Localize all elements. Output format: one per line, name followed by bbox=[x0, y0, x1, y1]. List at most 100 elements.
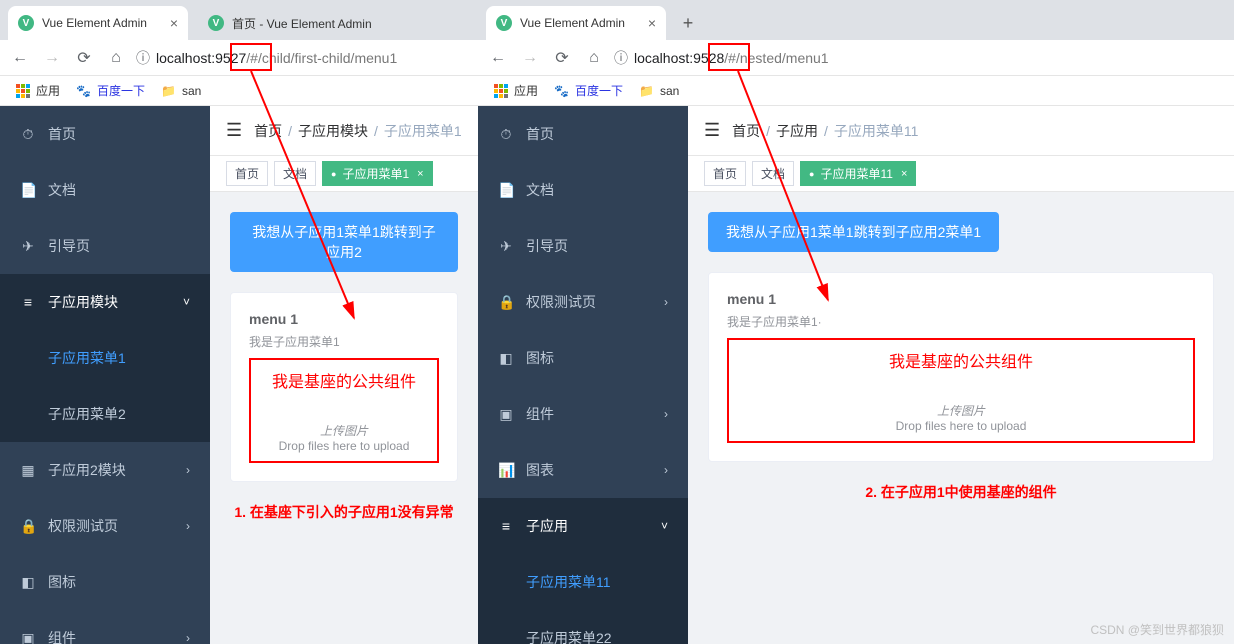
header-row: ☰ 首页/子应用/子应用菜单11 bbox=[688, 106, 1234, 156]
sidebar-item-guide[interactable]: ✈引导页 bbox=[478, 218, 688, 274]
sidebar-item-perm[interactable]: 🔒权限测试页› bbox=[0, 498, 210, 554]
sidebar-item-icon[interactable]: ◧图标 bbox=[0, 554, 210, 610]
browser-window-right: V Vue Element Admin × + ← → ⟳ ⌂ ⓘ localh… bbox=[478, 0, 1234, 644]
back-icon[interactable]: ← bbox=[8, 46, 32, 70]
hamburger-icon[interactable]: ☰ bbox=[704, 120, 720, 141]
home-icon[interactable]: ⌂ bbox=[104, 46, 128, 70]
close-icon[interactable]: × bbox=[901, 168, 907, 180]
bookmark-baidu[interactable]: 🐾百度一下 bbox=[76, 82, 145, 99]
upload-label: 上传图片 bbox=[737, 402, 1185, 419]
bookmark-san[interactable]: 📁san bbox=[161, 84, 201, 98]
apps-shortcut[interactable]: 应用 bbox=[16, 82, 60, 99]
chevron-right-icon: › bbox=[664, 407, 668, 421]
card-subtitle: 我是子应用菜单1 bbox=[249, 333, 439, 350]
app-right: ⏱首页 📄文档 ✈引导页 🔒权限测试页› ◧图标 ▣组件› 📊图表› ≡子应用˅… bbox=[478, 106, 1234, 644]
crumb-home[interactable]: 首页 bbox=[254, 123, 282, 139]
sidebar: ⏱首页 📄文档 ✈引导页 🔒权限测试页› ◧图标 ▣组件› 📊图表› ≡子应用˅… bbox=[478, 106, 688, 644]
icon-icon: ◧ bbox=[20, 574, 36, 591]
browser-tabs: V Vue Element Admin × V 首页 - Vue Element… bbox=[0, 0, 478, 40]
url-field[interactable]: ⓘ localhost:9527/#/child/first-child/men… bbox=[136, 48, 397, 68]
apps-shortcut[interactable]: 应用 bbox=[494, 82, 538, 99]
chevron-right-icon: › bbox=[186, 463, 190, 477]
crumb-current: 子应用菜单1 bbox=[384, 123, 462, 139]
content-area: 我想从子应用1菜单1跳转到子应用2菜单1 menu 1 我是子应用菜单1· 我是… bbox=[688, 192, 1234, 644]
close-icon[interactable]: × bbox=[162, 15, 178, 31]
url-host: localhost:9527 bbox=[156, 50, 246, 66]
bookmark-san[interactable]: 📁san bbox=[639, 84, 679, 98]
upload-area[interactable]: 上传图片 Drop files here to upload bbox=[737, 402, 1185, 433]
sidebar-item-menu22[interactable]: 子应用菜单22 bbox=[478, 610, 688, 644]
sidebar-item-perm[interactable]: 🔒权限测试页› bbox=[478, 274, 688, 330]
sidebar-item-chart[interactable]: 📊图表› bbox=[478, 442, 688, 498]
card: menu 1 我是子应用菜单1 我是基座的公共组件 上传图片 Drop file… bbox=[230, 292, 458, 482]
home-icon[interactable]: ⌂ bbox=[582, 46, 606, 70]
icon-icon: ◧ bbox=[498, 350, 514, 367]
sidebar-item-docs[interactable]: 📄文档 bbox=[0, 162, 210, 218]
sidebar-item-menu1[interactable]: 子应用菜单1 bbox=[0, 330, 210, 386]
browser-window-left: V Vue Element Admin × V 首页 - Vue Element… bbox=[0, 0, 478, 644]
browser-tab-active[interactable]: V Vue Element Admin × bbox=[486, 6, 666, 40]
close-icon[interactable]: × bbox=[417, 168, 423, 180]
sidebar-item-module2[interactable]: ▦子应用2模块› bbox=[0, 442, 210, 498]
browser-tab-active[interactable]: V Vue Element Admin × bbox=[8, 6, 188, 40]
jump-button[interactable]: 我想从子应用1菜单1跳转到子应用2菜单1 bbox=[708, 212, 999, 252]
sidebar-item-icon[interactable]: ◧图标 bbox=[478, 330, 688, 386]
send-icon: ✈ bbox=[20, 238, 36, 255]
view-tabs: 首页 文档 子应用菜单11× bbox=[688, 156, 1234, 192]
breadcrumb: 首页/子应用模块/子应用菜单1 bbox=[254, 121, 462, 141]
view-tab-home[interactable]: 首页 bbox=[704, 161, 746, 186]
header-row: ☰ 首页/子应用模块/子应用菜单1 bbox=[210, 106, 478, 156]
bookmark-baidu[interactable]: 🐾百度一下 bbox=[554, 82, 623, 99]
sidebar-item-home[interactable]: ⏱首页 bbox=[478, 106, 688, 162]
reload-icon[interactable]: ⟳ bbox=[72, 46, 96, 70]
forward-icon[interactable]: → bbox=[40, 46, 64, 70]
view-tab-home[interactable]: 首页 bbox=[226, 161, 268, 186]
url-path: /#/nested/menu1 bbox=[724, 50, 828, 66]
sidebar-item-guide[interactable]: ✈引导页 bbox=[0, 218, 210, 274]
close-icon[interactable]: × bbox=[640, 15, 656, 31]
vue-favicon: V bbox=[18, 15, 34, 31]
chevron-right-icon: › bbox=[664, 463, 668, 477]
sidebar-item-subapp[interactable]: ≡子应用˅ bbox=[478, 498, 688, 554]
chevron-right-icon: › bbox=[186, 631, 190, 644]
vue-favicon: V bbox=[496, 15, 512, 31]
crumb-subapp[interactable]: 子应用 bbox=[776, 123, 818, 139]
upload-label: 上传图片 bbox=[259, 422, 429, 439]
bookmarks-bar: 应用 🐾百度一下 📁san bbox=[0, 76, 478, 106]
sidebar-item-menu11[interactable]: 子应用菜单11 bbox=[478, 554, 688, 610]
info-icon: ⓘ bbox=[136, 48, 150, 68]
lock-icon: 🔒 bbox=[20, 518, 36, 535]
jump-button[interactable]: 我想从子应用1菜单1跳转到子应用2 bbox=[230, 212, 458, 272]
forward-icon[interactable]: → bbox=[518, 46, 542, 70]
sidebar-item-module[interactable]: ≡子应用模块˅ bbox=[0, 274, 210, 330]
view-tab-docs[interactable]: 文档 bbox=[752, 161, 794, 186]
crumb-current: 子应用菜单11 bbox=[834, 123, 919, 139]
apps-icon bbox=[494, 84, 508, 98]
sidebar-item-home[interactable]: ⏱首页 bbox=[0, 106, 210, 162]
card: menu 1 我是子应用菜单1· 我是基座的公共组件 上传图片 Drop fil… bbox=[708, 272, 1214, 462]
reload-icon[interactable]: ⟳ bbox=[550, 46, 574, 70]
new-tab-button[interactable]: + bbox=[674, 9, 702, 37]
crumb-home[interactable]: 首页 bbox=[732, 123, 760, 139]
sidebar-item-docs[interactable]: 📄文档 bbox=[478, 162, 688, 218]
view-tabs: 首页 文档 子应用菜单1× bbox=[210, 156, 478, 192]
view-tab-docs[interactable]: 文档 bbox=[274, 161, 316, 186]
nested-icon: ≡ bbox=[498, 518, 514, 534]
card-title: menu 1 bbox=[249, 311, 439, 327]
folder-icon: 📁 bbox=[161, 84, 176, 98]
back-icon[interactable]: ← bbox=[486, 46, 510, 70]
address-bar: ← → ⟳ ⌂ ⓘ localhost:9528/#/nested/menu1 bbox=[478, 40, 1234, 76]
lock-icon: 🔒 bbox=[498, 294, 514, 311]
view-tab-active[interactable]: 子应用菜单1× bbox=[322, 161, 433, 186]
upload-area[interactable]: 上传图片 Drop files here to upload bbox=[259, 422, 429, 453]
sidebar-item-comp[interactable]: ▣组件› bbox=[0, 610, 210, 644]
browser-tab-inactive[interactable]: V 首页 - Vue Element Admin bbox=[198, 6, 382, 40]
hamburger-icon[interactable]: ☰ bbox=[226, 120, 242, 141]
url-field[interactable]: ⓘ localhost:9528/#/nested/menu1 bbox=[614, 48, 829, 68]
sidebar-item-comp[interactable]: ▣组件› bbox=[478, 386, 688, 442]
card-subtitle: 我是子应用菜单1· bbox=[727, 313, 1195, 330]
view-tab-active[interactable]: 子应用菜单11× bbox=[800, 161, 916, 186]
sidebar-item-menu2[interactable]: 子应用菜单2 bbox=[0, 386, 210, 442]
app-left: ⏱首页 📄文档 ✈引导页 ≡子应用模块˅ 子应用菜单1 子应用菜单2 ▦子应用2… bbox=[0, 106, 478, 644]
crumb-module[interactable]: 子应用模块 bbox=[298, 123, 368, 139]
